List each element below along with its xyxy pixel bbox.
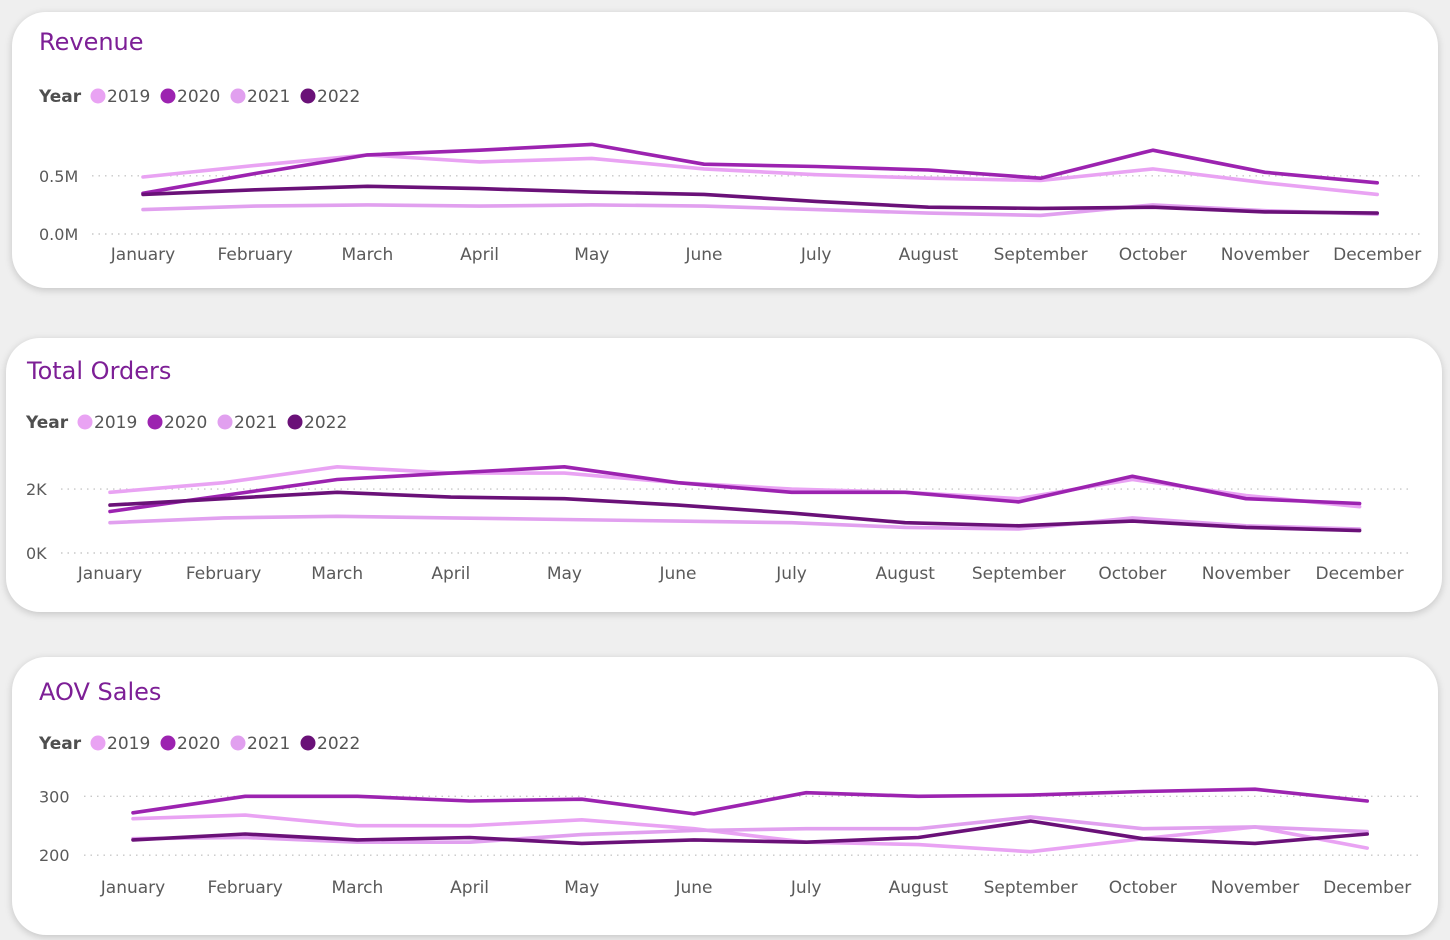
legend-marker-2020 [160,88,176,104]
legend-label-2020: 2020 [177,87,220,107]
legend-marker-2021 [230,88,246,104]
x-tick-label: August [875,564,935,584]
legend-marker-2019 [90,735,106,751]
x-tick-label: October [1119,245,1187,265]
x-tick-label: October [1098,564,1166,584]
total-orders-chart-card: Total Orders Year 2019 2020 2021 2022 0K 2K Janu… [6,338,1442,612]
chart-title: Total Orders [26,357,171,385]
y-tick-label: 300 [39,787,70,806]
x-tick-label: November [1202,564,1290,584]
aov-sales-chart-card: AOV Sales Year 2019 2020 2021 2022 200 300 Janua… [12,657,1438,935]
legend-label-2019: 2019 [107,734,150,754]
legend-marker-2022 [300,735,316,751]
legend-label-2021: 2021 [234,413,277,433]
legend-label-2020: 2020 [177,734,220,754]
legend-label-2022: 2022 [304,413,347,433]
x-tick-label: January [77,564,142,584]
x-tick-label: May [564,878,599,898]
total-orders-chart: Total Orders Year 2019 2020 2021 2022 0K 2K Janu… [25,357,1411,584]
x-tick-label: November [1211,878,1299,898]
x-tick-label: March [331,878,383,898]
legend-marker-2019 [90,88,106,104]
y-tick-label: 2K [26,480,47,499]
x-tick-label: July [790,878,822,898]
x-tick-label: April [431,564,470,584]
revenue-chart-card: Revenue Year 2019 2020 2021 2022 0.0M 0.5M Janua… [12,12,1438,288]
legend-title: Year [25,413,69,433]
x-tick-label: October [1109,878,1177,898]
legend-label-2020: 2020 [164,413,207,433]
revenue-chart: Revenue Year 2019 2020 2021 2022 0.0M 0.5M Janua… [38,28,1422,265]
x-tick-label: September [984,878,1078,898]
legend-marker-2020 [147,414,163,430]
x-tick-label: April [460,245,499,265]
series-line-2020 [131,787,1369,816]
y-tick-label: 0.5M [39,167,78,186]
x-tick-label: February [218,245,293,265]
x-tick-label: March [341,245,393,265]
legend-marker-2019 [77,414,93,430]
x-tick-label: December [1316,564,1404,584]
x-tick-label: May [547,564,582,584]
x-tick-label: June [674,878,712,898]
legend-title: Year [38,734,82,754]
x-tick-label: July [800,245,832,265]
legend-label-2021: 2021 [247,87,290,107]
legend-label-2019: 2019 [94,413,137,433]
legend-label-2022: 2022 [317,87,360,107]
series-line-2019 [131,813,1369,854]
x-tick-label: January [100,878,165,898]
x-tick-label: February [186,564,261,584]
legend-label-2022: 2022 [317,734,360,754]
legend-marker-2021 [230,735,246,751]
y-tick-label: 0.0M [39,225,78,244]
x-tick-label: August [899,245,959,265]
x-tick-label: December [1323,878,1411,898]
y-tick-label: 0K [26,544,47,563]
x-tick-label: December [1333,245,1421,265]
legend-title: Year [38,87,82,107]
x-tick-label: June [658,564,696,584]
x-tick-label: May [574,245,609,265]
chart-title: AOV Sales [39,678,161,706]
aov-sales-chart: AOV Sales Year 2019 2020 2021 2022 200 300 Janua… [38,678,1422,898]
legend-marker-2022 [300,88,316,104]
legend-marker-2021 [217,414,233,430]
x-tick-label: January [110,245,175,265]
y-tick-label: 200 [39,846,70,865]
legend-marker-2022 [287,414,303,430]
legend-label-2021: 2021 [247,734,290,754]
x-tick-label: April [450,878,489,898]
series-line-2022 [108,490,1362,533]
x-tick-label: September [972,564,1066,584]
x-tick-label: June [684,245,722,265]
legend-marker-2020 [160,735,176,751]
x-tick-label: November [1221,245,1309,265]
x-tick-label: February [208,878,283,898]
chart-title: Revenue [39,28,144,56]
x-tick-label: July [775,564,807,584]
x-tick-label: March [311,564,363,584]
legend-label-2019: 2019 [107,87,150,107]
x-tick-label: August [889,878,949,898]
x-tick-label: September [994,245,1088,265]
